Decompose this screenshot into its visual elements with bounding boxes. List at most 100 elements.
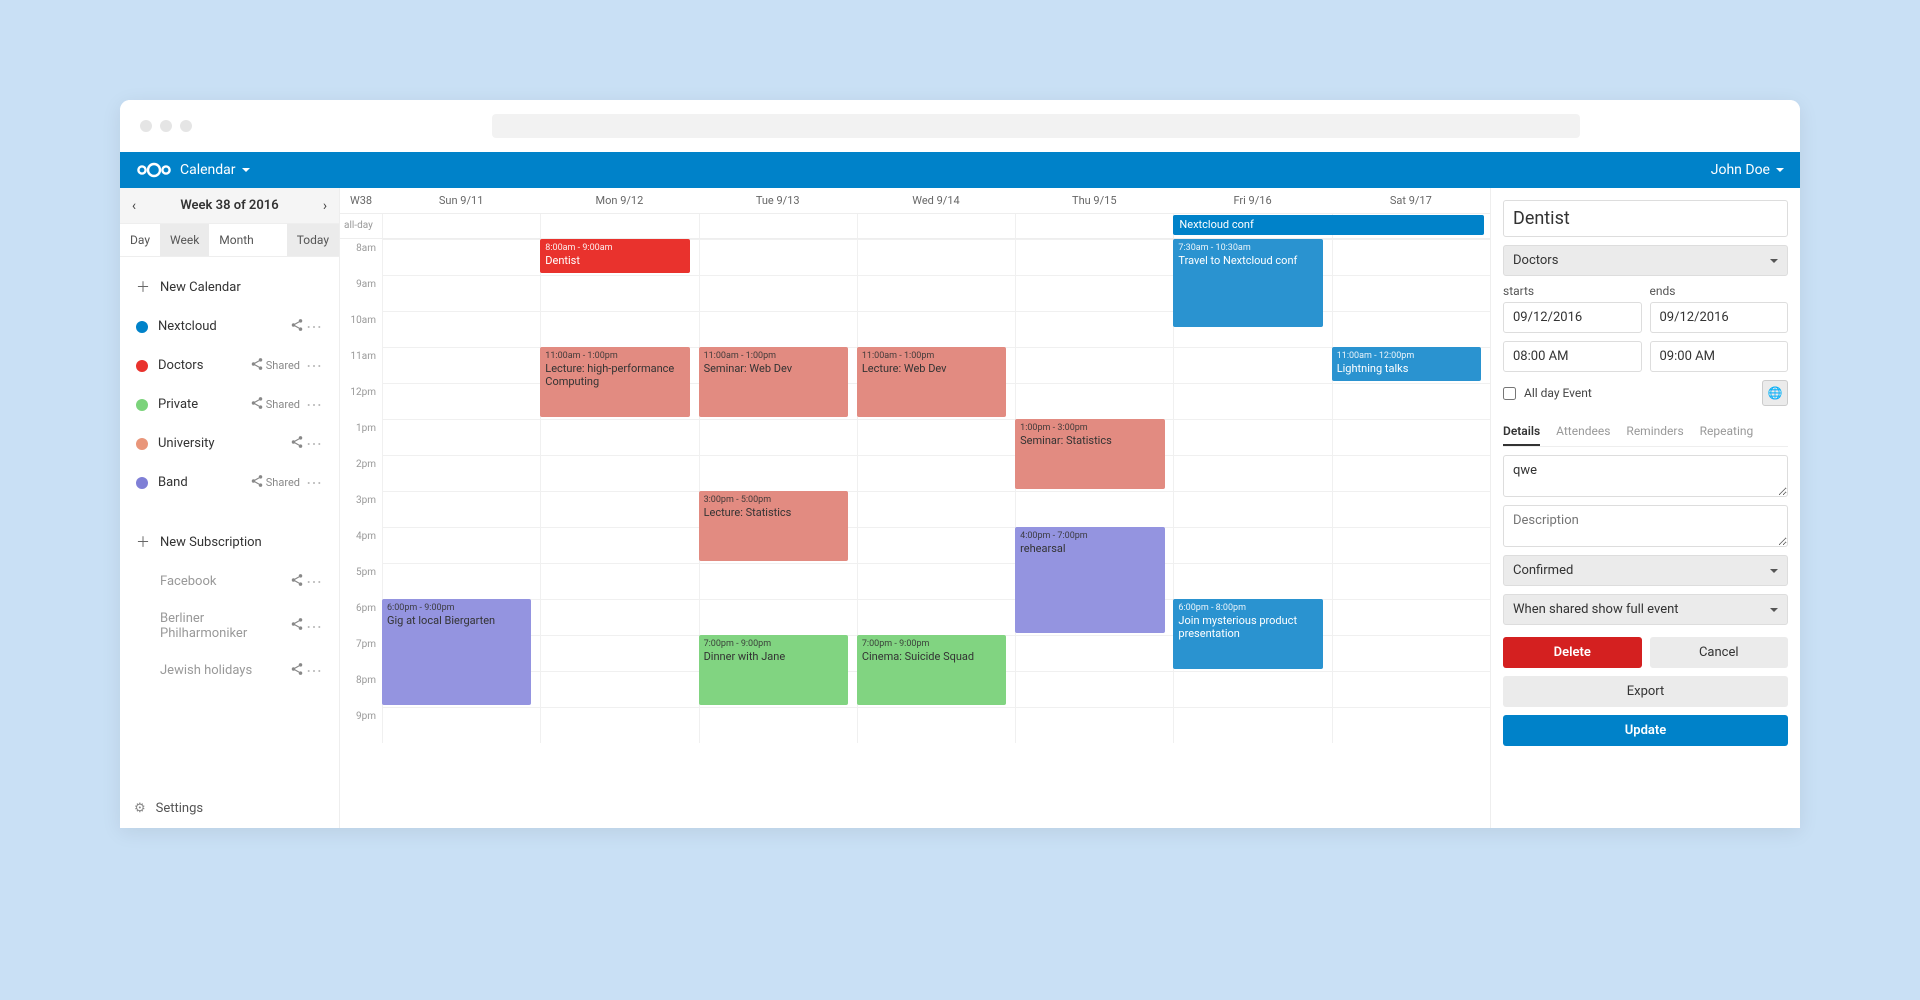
calendar-name: Band	[158, 475, 250, 490]
more-icon[interactable]: ⋯	[306, 617, 323, 636]
calendar-item[interactable]: Band Shared ⋯	[130, 463, 329, 502]
url-bar[interactable]	[492, 114, 1580, 138]
description-input[interactable]	[1503, 505, 1788, 547]
view-week-button[interactable]: Week	[160, 224, 209, 256]
allday-checkbox[interactable]	[1503, 387, 1516, 400]
update-button[interactable]: Update	[1503, 715, 1788, 746]
calendar-color-icon	[136, 477, 148, 489]
event-time: 11:00am - 12:00pm	[1337, 351, 1476, 361]
hour-label: 8pm	[340, 671, 382, 707]
nextcloud-logo-icon[interactable]	[136, 162, 172, 178]
day-header: Thu 9/15	[1015, 188, 1173, 213]
subscription-item[interactable]: Jewish holidays ⋯	[130, 651, 329, 690]
tab-repeating[interactable]: Repeating	[1700, 418, 1754, 446]
traffic-max-icon[interactable]	[180, 120, 192, 132]
end-time-input[interactable]	[1650, 341, 1789, 372]
share-icon[interactable]	[290, 573, 304, 591]
timezone-button[interactable]: 🌐	[1762, 380, 1788, 406]
share-icon[interactable]	[250, 396, 264, 414]
new-subscription-button[interactable]: ＋ New Subscription	[130, 522, 329, 562]
calendar-select[interactable]: Doctors	[1503, 245, 1788, 276]
more-icon[interactable]: ⋯	[306, 434, 323, 453]
week-navigation: ‹ Week 38 of 2016 ›	[120, 188, 339, 224]
hours-grid[interactable]: 8am9am10am11am12pm1pm2pm3pm4pm5pm6pm7pm8…	[340, 239, 1490, 743]
export-button[interactable]: Export	[1503, 676, 1788, 707]
app-header: Calendar John Doe	[120, 152, 1800, 188]
tab-attendees[interactable]: Attendees	[1556, 418, 1610, 446]
calendar-event[interactable]: 11:00am - 1:00pmLecture: high-performanc…	[540, 347, 689, 417]
calendar-item[interactable]: Nextcloud ⋯	[130, 307, 329, 346]
calendar-event[interactable]: 4:00pm - 7:00pmrehearsal	[1015, 527, 1164, 633]
share-icon[interactable]	[290, 318, 304, 336]
cancel-button[interactable]: Cancel	[1650, 637, 1789, 668]
hour-label: 4pm	[340, 527, 382, 563]
calendar-name: University	[158, 436, 290, 451]
share-icon[interactable]	[290, 662, 304, 680]
allday-checkbox-label: All day Event	[1524, 386, 1592, 400]
event-title-input[interactable]	[1503, 200, 1788, 237]
more-icon[interactable]: ⋯	[306, 661, 323, 680]
calendar-item[interactable]: Private Shared ⋯	[130, 385, 329, 424]
share-icon[interactable]	[290, 435, 304, 453]
calendar-event[interactable]: 7:00pm - 9:00pmDinner with Jane	[699, 635, 848, 705]
calendar-event[interactable]: 7:30am - 10:30amTravel to Nextcloud conf	[1173, 239, 1322, 327]
new-subscription-label: New Subscription	[160, 535, 323, 550]
shared-badge: Shared	[266, 359, 300, 372]
delete-button[interactable]: Delete	[1503, 637, 1642, 668]
globe-icon: 🌐	[1768, 386, 1783, 400]
more-icon[interactable]: ⋯	[306, 473, 323, 492]
traffic-lights	[140, 120, 192, 132]
subscription-item[interactable]: Berliner Philharmoniker ⋯	[130, 601, 329, 651]
calendar-item[interactable]: University ⋯	[130, 424, 329, 463]
tab-details[interactable]: Details	[1503, 418, 1540, 446]
calendar-event[interactable]: 1:00pm - 3:00pmSeminar: Statistics	[1015, 419, 1164, 489]
location-input[interactable]: qwe	[1503, 455, 1788, 497]
visibility-select[interactable]: When shared show full event	[1503, 594, 1788, 625]
hour-label: 9am	[340, 275, 382, 311]
calendar-event[interactable]: 7:00pm - 9:00pmCinema: Suicide Squad	[857, 635, 1006, 705]
status-select-value: Confirmed	[1513, 563, 1573, 578]
more-icon[interactable]: ⋯	[306, 572, 323, 591]
prev-week-button[interactable]: ‹	[120, 188, 148, 223]
tab-reminders[interactable]: Reminders	[1626, 418, 1683, 446]
allday-event[interactable]: Nextcloud conf	[1173, 215, 1484, 235]
end-date-input[interactable]	[1650, 302, 1789, 333]
settings-button[interactable]: ⚙ Settings	[120, 789, 339, 828]
user-menu[interactable]: John Doe	[1711, 162, 1784, 178]
subscription-item[interactable]: Facebook ⋯	[130, 562, 329, 601]
share-icon[interactable]	[250, 357, 264, 375]
start-time-input[interactable]	[1503, 341, 1642, 372]
share-icon[interactable]	[290, 617, 304, 635]
hour-label: 10am	[340, 311, 382, 347]
calendar-event[interactable]: 11:00am - 12:00pmLightning talks	[1332, 347, 1481, 381]
view-month-button[interactable]: Month	[209, 224, 263, 256]
more-icon[interactable]: ⋯	[306, 356, 323, 375]
hour-label: 6pm	[340, 599, 382, 635]
more-icon[interactable]: ⋯	[306, 317, 323, 336]
event-title: Lecture: high-performance Computing	[545, 362, 684, 388]
calendar-item[interactable]: Doctors Shared ⋯	[130, 346, 329, 385]
calendar-event[interactable]: 6:00pm - 9:00pmGig at local Biergarten	[382, 599, 531, 705]
event-time: 6:00pm - 9:00pm	[387, 603, 526, 613]
event-time: 7:30am - 10:30am	[1178, 243, 1317, 253]
more-icon[interactable]: ⋯	[306, 395, 323, 414]
calendar-event[interactable]: 11:00am - 1:00pmLecture: Web Dev	[857, 347, 1006, 417]
next-week-button[interactable]: ›	[311, 188, 339, 223]
traffic-min-icon[interactable]	[160, 120, 172, 132]
status-select[interactable]: Confirmed	[1503, 555, 1788, 586]
event-title: Cinema: Suicide Squad	[862, 650, 1001, 663]
view-day-button[interactable]: Day	[120, 224, 160, 256]
app-title-dropdown[interactable]: Calendar	[180, 162, 250, 178]
today-button[interactable]: Today	[287, 224, 339, 256]
day-header: Mon 9/12	[540, 188, 698, 213]
calendar-event[interactable]: 11:00am - 1:00pmSeminar: Web Dev	[699, 347, 848, 417]
calendar-event[interactable]: 8:00am - 9:00amDentist	[540, 239, 689, 273]
plus-icon: ＋	[136, 277, 150, 297]
calendar-event[interactable]: 6:00pm - 8:00pmJoin mysterious product p…	[1173, 599, 1322, 669]
share-icon[interactable]	[250, 474, 264, 492]
traffic-close-icon[interactable]	[140, 120, 152, 132]
start-date-input[interactable]	[1503, 302, 1642, 333]
calendar-event[interactable]: 3:00pm - 5:00pmLecture: Statistics	[699, 491, 848, 561]
chevron-down-icon	[1770, 608, 1778, 612]
new-calendar-button[interactable]: ＋ New Calendar	[130, 267, 329, 307]
